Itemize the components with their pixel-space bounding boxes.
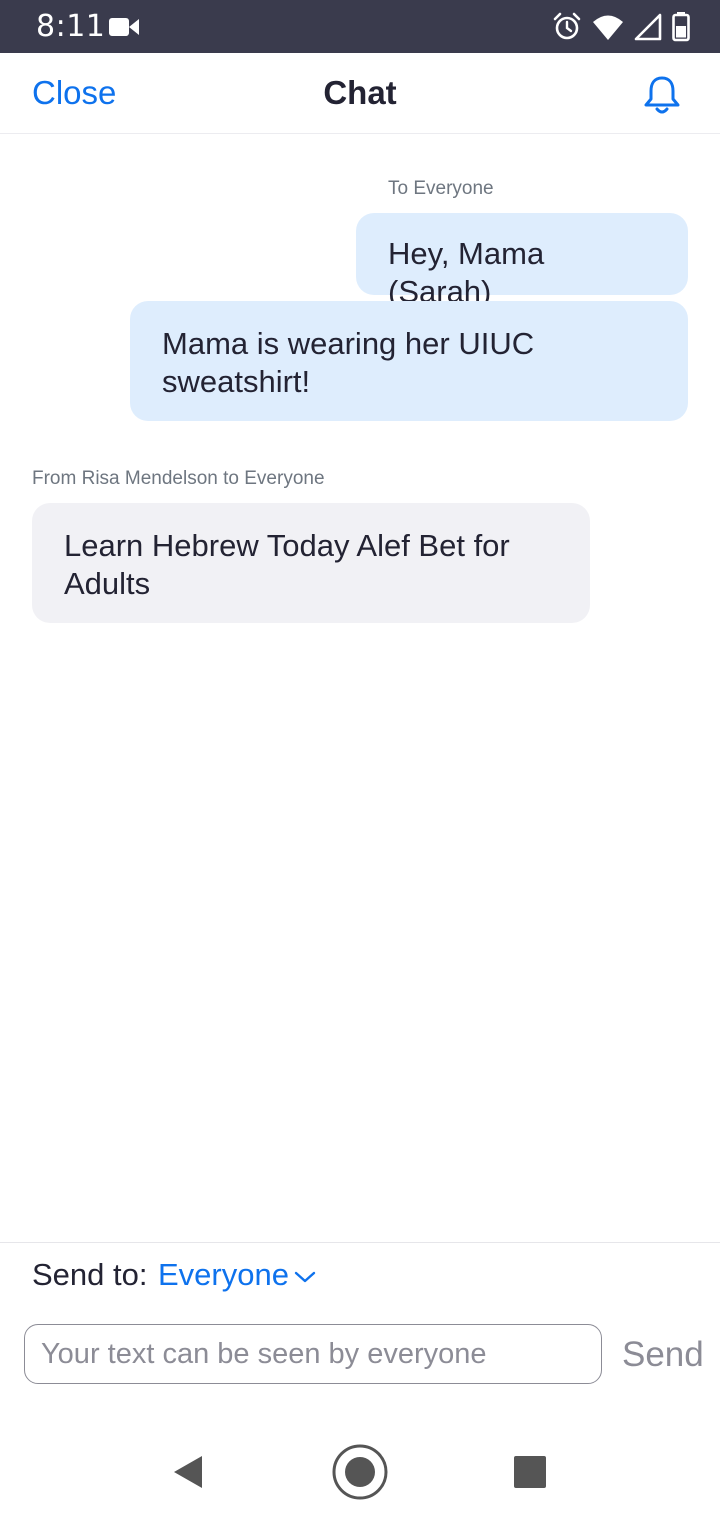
recents-icon[interactable] <box>514 1456 546 1493</box>
wifi-icon <box>592 13 624 46</box>
message-meta: From Risa Mendelson to Everyone <box>32 468 325 489</box>
send-to-value: Everyone <box>158 1257 289 1292</box>
chat-header: Close Chat <box>0 53 720 134</box>
message-text: Learn Hebrew Today Alef Bet for Adults <box>64 528 510 601</box>
message-bubble-incoming[interactable]: Learn Hebrew Today Alef Bet for Adults <box>32 503 590 623</box>
chat-input[interactable] <box>24 1324 602 1384</box>
bell-icon[interactable] <box>640 73 684 117</box>
status-icons <box>552 12 690 47</box>
alarm-icon <box>552 12 582 47</box>
send-button[interactable]: Send <box>622 1334 704 1376</box>
message-meta: To Everyone <box>388 178 494 199</box>
status-bar: 8:11 <box>0 0 720 53</box>
back-icon[interactable] <box>172 1455 204 1494</box>
cell-signal-icon <box>634 13 662 46</box>
status-time: 8:11 <box>36 9 106 44</box>
message-text: Hey, Mama (Sarah) <box>388 236 545 309</box>
compose-divider <box>0 1242 720 1243</box>
home-icon[interactable] <box>330 1442 390 1507</box>
message-bubble-outgoing[interactable]: Hey, Mama (Sarah) <box>356 213 688 309</box>
message-bubble-outgoing[interactable]: Mama is wearing her UIUC sweatshirt! <box>130 301 688 421</box>
video-camera-icon <box>108 16 140 43</box>
page-title: Chat <box>323 74 397 111</box>
send-to-label: Send to: <box>32 1257 148 1292</box>
battery-icon <box>672 12 690 47</box>
send-to-dropdown[interactable]: Everyone <box>158 1256 317 1294</box>
chevron-down-icon <box>293 1256 317 1294</box>
message-text: Mama is wearing her UIUC sweatshirt! <box>162 326 535 399</box>
system-nav-bar <box>0 1420 720 1520</box>
